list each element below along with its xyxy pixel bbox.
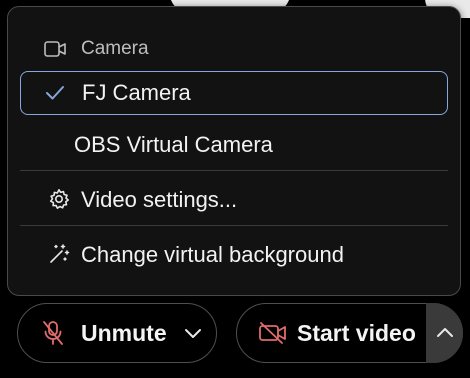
chevron-up-icon: [436, 328, 453, 337]
unmute-button[interactable]: Unmute: [18, 304, 167, 362]
menu-divider: [20, 225, 448, 226]
video-control: Start video: [236, 303, 463, 363]
magic-wand-icon: [50, 244, 70, 263]
audio-options-button[interactable]: [176, 304, 210, 362]
checkmark-icon: [46, 86, 64, 100]
start-video-button[interactable]: Start video: [237, 304, 416, 362]
video-settings-item[interactable]: Video settings...: [20, 178, 448, 222]
microphone-muted-icon: [43, 321, 63, 345]
gear-icon: [49, 189, 69, 209]
start-video-label: Start video: [297, 319, 416, 346]
unmute-control: Unmute: [17, 303, 217, 363]
camera-icon: [44, 41, 66, 57]
camera-option-label: OBS Virtual Camera: [74, 132, 273, 157]
menu-divider: [20, 170, 448, 171]
camera-section-label: Camera: [81, 38, 149, 59]
video-settings-label: Video settings...: [81, 187, 238, 212]
chevron-down-icon: [185, 329, 201, 338]
camera-section-header: Camera: [44, 37, 149, 61]
camera-menu: Camera FJ Camera OBS Virtual Camera Vide…: [7, 6, 461, 296]
camera-option-obs-virtual-camera[interactable]: OBS Virtual Camera: [20, 123, 448, 167]
unmute-label: Unmute: [81, 319, 167, 346]
virtual-background-label: Change virtual background: [81, 242, 344, 267]
camera-option-label: FJ Camera: [82, 80, 191, 105]
video-options-button[interactable]: [426, 303, 463, 363]
camera-option-fj-camera[interactable]: FJ Camera: [20, 71, 448, 115]
video-off-icon: [259, 322, 286, 344]
virtual-background-item[interactable]: Change virtual background: [20, 233, 448, 277]
